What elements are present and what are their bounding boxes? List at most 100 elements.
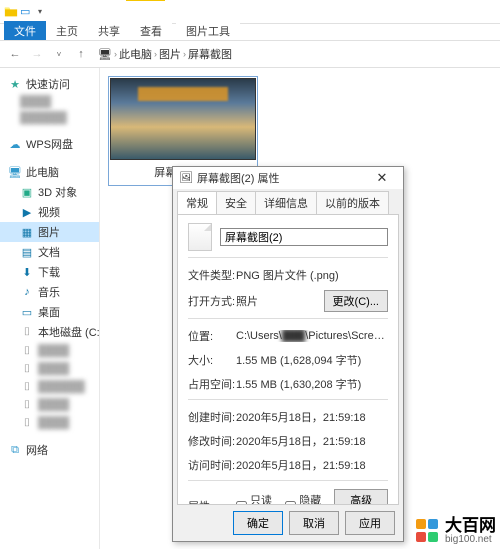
disk-icon: ⌷ [20, 380, 34, 394]
sidebar-blur-5[interactable]: ⌷██████ [0, 378, 99, 396]
properties-dialog: 🖼 屏幕截图(2) 属性 ✕ 常规 安全 详细信息 以前的版本 文件类型:PNG… [172, 166, 404, 542]
dialog-tabs: 常规 安全 详细信息 以前的版本 [173, 189, 403, 214]
watermark-url: big100.net [445, 534, 492, 545]
breadcrumb[interactable]: 🖥 › 此电脑 › 图片 › 屏幕截图 [94, 44, 494, 64]
ribbon-tabs: 文件 主页 共享 查看 图片工具 [0, 24, 500, 40]
music-icon: ♪ [20, 285, 34, 299]
forward-button[interactable]: → [28, 45, 46, 63]
sidebar-downloads[interactable]: ⬇下载 [0, 262, 99, 282]
crumb-pc[interactable]: 此电脑 [119, 46, 152, 62]
dialog-titlebar[interactable]: 🖼 屏幕截图(2) 属性 ✕ [173, 167, 403, 189]
value-location: C:\Users\███\Pictures\Screenshots [236, 330, 388, 342]
sidebar-wps[interactable]: ☁ WPS网盘 [0, 134, 99, 154]
dialog-body: 文件类型:PNG 图片文件 (.png) 打开方式: 照片 更改(C)... 位… [177, 214, 399, 505]
sidebar-blur-7[interactable]: ⌷████ [0, 414, 99, 432]
tab-home[interactable]: 主页 [46, 21, 88, 40]
pc-icon: 🖥 [8, 165, 22, 179]
label-open-with: 打开方式: [188, 293, 236, 309]
sidebar-3d[interactable]: ▣3D 对象 [0, 182, 99, 202]
sidebar-network[interactable]: ⧉ 网络 [0, 440, 99, 460]
label-type: 文件类型: [188, 267, 236, 283]
hidden-checkbox[interactable]: 隐藏(H) [285, 492, 324, 505]
label-accessed: 访问时间: [188, 457, 236, 473]
thumbnail-image [110, 78, 256, 160]
disk-icon: ⌷ [20, 344, 34, 358]
sidebar-music[interactable]: ♪音乐 [0, 282, 99, 302]
watermark-logo-icon [415, 518, 441, 544]
value-open-with: 照片 [236, 293, 324, 309]
back-button[interactable]: ← [6, 45, 24, 63]
quick-access-icon[interactable]: ▭ [20, 5, 34, 19]
cancel-button[interactable]: 取消 [289, 511, 339, 535]
disk-icon: ⌷ [20, 325, 34, 339]
ribbon-context-label: 屏幕截图 [165, 0, 229, 1]
disk-icon: ⌷ [20, 416, 34, 430]
label-location: 位置: [188, 328, 236, 344]
apply-button[interactable]: 应用 [345, 511, 395, 535]
sidebar-quick-access[interactable]: ★ 快速访问 [0, 74, 99, 94]
close-button[interactable]: ✕ [367, 170, 397, 186]
crumb-screenshots[interactable]: 屏幕截图 [188, 46, 232, 62]
crumb-pics[interactable]: 图片 [159, 46, 181, 62]
pc-icon: 🖥 [98, 48, 112, 61]
chevron-right-icon: › [183, 49, 186, 59]
sidebar-label: WPS网盘 [26, 136, 73, 152]
value-size: 1.55 MB (1,628,094 字节) [236, 352, 388, 368]
disk-icon: ⌷ [20, 362, 34, 376]
video-icon: ▶ [20, 205, 34, 219]
document-icon: ▤ [20, 245, 34, 259]
sidebar-documents[interactable]: ▤文档 [0, 242, 99, 262]
folder-icon [4, 5, 18, 19]
tab-file[interactable]: 文件 [4, 21, 46, 40]
recent-dropdown[interactable]: ˅ [50, 45, 68, 63]
cube-icon: ▣ [20, 185, 34, 199]
ok-button[interactable]: 确定 [233, 511, 283, 535]
sidebar-pinned-2[interactable]: ██████ [0, 110, 99, 126]
disk-icon: ⌷ [20, 398, 34, 412]
sidebar-blur-6[interactable]: ⌷████ [0, 396, 99, 414]
value-modified: 2020年5月18日，21:59:18 [236, 433, 388, 449]
chevron-down-icon[interactable]: ▾ [38, 7, 42, 16]
star-icon: ★ [8, 77, 22, 91]
label-attributes: 属性: [188, 498, 236, 505]
tab-general[interactable]: 常规 [177, 191, 217, 214]
tab-previous-versions[interactable]: 以前的版本 [316, 191, 389, 214]
dialog-title: 屏幕截图(2) 属性 [197, 170, 280, 186]
sidebar-pictures[interactable]: ▦图片 [0, 222, 99, 242]
watermark: 大百网 big100.net [415, 517, 496, 545]
ribbon-context-group: 管理 [126, 0, 168, 1]
sidebar-video[interactable]: ▶视频 [0, 202, 99, 222]
label-size: 大小: [188, 352, 236, 368]
value-type: PNG 图片文件 (.png) [236, 267, 388, 283]
sidebar-disk-c[interactable]: ⌷本地磁盘 (C:) [0, 322, 99, 342]
sidebar-blur-4[interactable]: ⌷████ [0, 360, 99, 378]
chevron-right-icon: › [114, 49, 117, 59]
label-created: 创建时间: [188, 409, 236, 425]
download-icon: ⬇ [20, 265, 34, 279]
nav-sidebar: ★ 快速访问 ████ ██████ ☁ WPS网盘 🖥 此电脑 ▣3D 对象 … [0, 68, 100, 549]
label-ondisk: 占用空间: [188, 376, 236, 392]
value-created: 2020年5月18日，21:59:18 [236, 409, 388, 425]
sidebar-pinned-1[interactable]: ████ [0, 94, 99, 110]
tab-details[interactable]: 详细信息 [255, 191, 317, 214]
value-accessed: 2020年5月18日，21:59:18 [236, 457, 388, 473]
tab-view[interactable]: 查看 [130, 21, 172, 40]
advanced-button[interactable]: 高级(D)... [334, 489, 388, 505]
up-button[interactable]: ↑ [72, 45, 90, 63]
address-bar: ← → ˅ ↑ 🖥 › 此电脑 › 图片 › 屏幕截图 [0, 40, 500, 68]
sidebar-desktop[interactable]: ▭桌面 [0, 302, 99, 322]
file-type-icon [188, 223, 212, 251]
readonly-checkbox[interactable]: 只读(R) [236, 492, 275, 505]
tab-share[interactable]: 共享 [88, 21, 130, 40]
tab-picture-tools[interactable]: 图片工具 [176, 21, 240, 40]
sidebar-label: 此电脑 [26, 164, 59, 180]
sidebar-blur-3[interactable]: ⌷████ [0, 342, 99, 360]
dialog-button-row: 确定 取消 应用 [173, 505, 403, 541]
cloud-icon: ☁ [8, 137, 22, 151]
change-button[interactable]: 更改(C)... [324, 290, 388, 312]
tab-security[interactable]: 安全 [216, 191, 256, 214]
sidebar-this-pc[interactable]: 🖥 此电脑 [0, 162, 99, 182]
desktop-icon: ▭ [20, 305, 34, 319]
sidebar-label: 网络 [26, 442, 48, 458]
filename-input[interactable] [220, 228, 388, 246]
